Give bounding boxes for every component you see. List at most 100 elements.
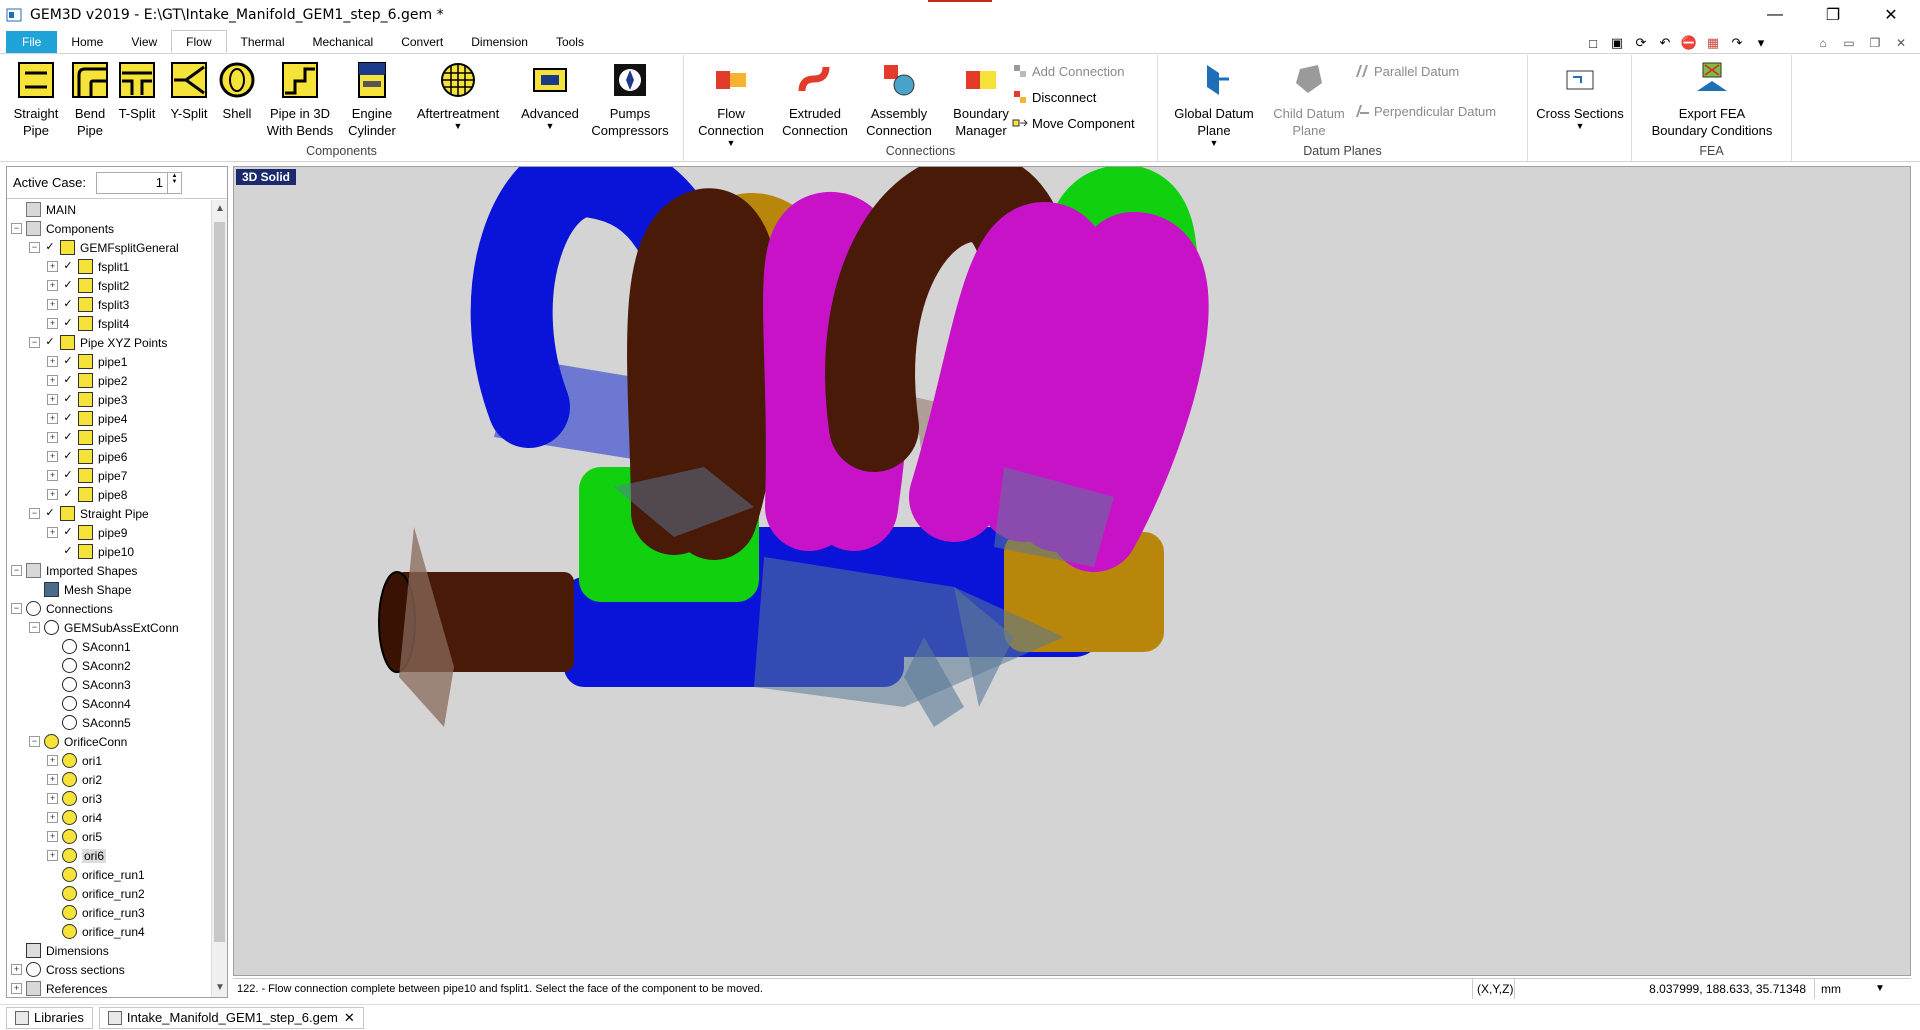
grid-icon[interactable]: ▦ <box>1704 34 1722 52</box>
qat-dropdown-icon[interactable]: ▾ <box>1752 34 1770 52</box>
expand-icon[interactable]: + <box>47 774 58 785</box>
visibility-checkbox[interactable]: ✓ <box>62 355 74 368</box>
add-connection-button[interactable]: Add Connection <box>1012 63 1125 79</box>
scroll-down-icon[interactable]: ▼ <box>212 979 228 997</box>
collapse-icon[interactable]: − <box>11 223 22 234</box>
ribbon-close-icon[interactable]: ✕ <box>1892 34 1910 52</box>
save-icon[interactable]: ▣ <box>1608 34 1626 52</box>
tab-view[interactable]: View <box>117 31 171 53</box>
visibility-checkbox[interactable]: ✓ <box>62 393 74 406</box>
tree-item[interactable]: + ✓ pipe3 <box>47 390 127 409</box>
visibility-checkbox[interactable]: ✓ <box>62 526 74 539</box>
tab-convert[interactable]: Convert <box>387 31 457 53</box>
pipe-in-3d-button[interactable]: Pipe in 3D With Bends <box>262 61 338 139</box>
tree-item[interactable]: − Connections <box>11 599 113 618</box>
expand-icon[interactable]: + <box>47 470 58 481</box>
expand-icon[interactable]: + <box>47 318 58 329</box>
expand-icon[interactable]: + <box>11 983 22 994</box>
tree-item[interactable]: + Cross sections <box>11 960 125 979</box>
unit-dropdown-icon[interactable]: ▼ <box>1875 983 1885 994</box>
disconnect-button[interactable]: Disconnect <box>1012 89 1096 105</box>
3d-viewport[interactable]: 3D Solid <box>233 166 1911 976</box>
tree-item[interactable]: ✓ pipe10 <box>47 542 134 561</box>
tree-item[interactable]: orifice_run3 <box>47 903 145 922</box>
tree-item[interactable]: SAconn5 <box>47 713 131 732</box>
visibility-checkbox[interactable]: ✓ <box>62 260 74 273</box>
expand-icon[interactable]: + <box>47 850 58 861</box>
visibility-checkbox[interactable]: ✓ <box>44 507 56 520</box>
tree-item[interactable]: + ✓ pipe1 <box>47 352 127 371</box>
collapse-icon[interactable]: − <box>29 242 40 253</box>
expand-icon[interactable]: + <box>47 812 58 823</box>
boundary-manager-button[interactable]: Boundary Manager <box>940 61 1022 139</box>
minimize-button[interactable]: — <box>1746 0 1804 30</box>
expand-icon[interactable]: + <box>47 280 58 291</box>
expand-icon[interactable]: + <box>47 489 58 500</box>
parallel-datum-button[interactable]: Parallel Datum <box>1354 63 1459 79</box>
tree-item[interactable]: SAconn4 <box>47 694 131 713</box>
expand-icon[interactable]: + <box>47 831 58 842</box>
tree-item[interactable]: + ori5 <box>47 827 102 846</box>
ribbon-minimize-icon[interactable]: ▭ <box>1840 34 1858 52</box>
tree-item[interactable]: MAIN <box>11 200 76 219</box>
visibility-checkbox[interactable]: ✓ <box>44 336 56 349</box>
tree-item[interactable]: − Imported Shapes <box>11 561 137 580</box>
tree-item[interactable]: orifice_run1 <box>47 865 145 884</box>
scrollbar-thumb[interactable] <box>214 222 225 942</box>
visibility-checkbox[interactable]: ✓ <box>62 298 74 311</box>
undo-icon[interactable]: ↶ <box>1656 34 1674 52</box>
tree-item[interactable]: + ✓ pipe9 <box>47 523 127 542</box>
active-case-spinner[interactable]: ▲ ▼ <box>167 171 182 194</box>
expand-icon[interactable]: + <box>47 432 58 443</box>
shell-button[interactable]: Shell <box>216 61 258 122</box>
tab-mechanical[interactable]: Mechanical <box>299 31 388 53</box>
extruded-connection-button[interactable]: Extruded Connection <box>774 61 856 139</box>
expand-icon[interactable]: + <box>47 793 58 804</box>
redo-icon[interactable]: ↷ <box>1728 34 1746 52</box>
cross-sections-button[interactable]: Cross Sections ▼ <box>1532 61 1628 131</box>
tree-item[interactable]: − Components <box>11 219 114 238</box>
expand-icon[interactable]: + <box>47 527 58 538</box>
tree-item[interactable]: SAconn3 <box>47 675 131 694</box>
visibility-checkbox[interactable]: ✓ <box>62 412 74 425</box>
advanced-button[interactable]: Advanced ▼ <box>516 61 584 131</box>
tree-item[interactable]: − OrificeConn <box>29 732 127 751</box>
visibility-checkbox[interactable]: ✓ <box>62 279 74 292</box>
tree-item[interactable]: − ✓ GEMFsplitGeneral <box>29 238 179 257</box>
tree-item[interactable]: SAconn2 <box>47 656 131 675</box>
collapse-icon[interactable]: − <box>11 565 22 576</box>
visibility-checkbox[interactable]: ✓ <box>62 545 74 558</box>
refresh-icon[interactable]: ⟳ <box>1632 34 1650 52</box>
tab-thermal[interactable]: Thermal <box>227 31 299 53</box>
tree-item[interactable]: + ✓ pipe4 <box>47 409 127 428</box>
visibility-checkbox[interactable]: ✓ <box>44 241 56 254</box>
pumps-compressors-button[interactable]: Pumps Compressors <box>584 61 676 139</box>
engine-cylinder-button[interactable]: Engine Cylinder <box>344 61 400 139</box>
visibility-checkbox[interactable]: ✓ <box>62 374 74 387</box>
scroll-up-icon[interactable]: ▲ <box>212 200 228 218</box>
expand-icon[interactable]: + <box>47 413 58 424</box>
tree-item[interactable]: + ori3 <box>47 789 102 808</box>
tree-item[interactable]: Mesh Shape <box>29 580 131 599</box>
expand-icon[interactable]: + <box>47 451 58 462</box>
export-fea-button[interactable]: Export FEA Boundary Conditions <box>1636 61 1788 139</box>
tree-item[interactable]: + References <box>11 979 107 997</box>
collapse-icon[interactable]: − <box>29 337 40 348</box>
tab-file[interactable]: File <box>6 31 58 53</box>
expand-icon[interactable]: + <box>11 964 22 975</box>
bend-pipe-button[interactable]: Bend Pipe <box>68 61 112 139</box>
visibility-checkbox[interactable]: ✓ <box>62 450 74 463</box>
tree-item[interactable]: + ori6 <box>47 846 107 865</box>
manifold-3d-render[interactable] <box>234 167 1911 976</box>
expand-icon[interactable]: + <box>47 755 58 766</box>
straight-pipe-button[interactable]: Straight Pipe <box>6 61 66 139</box>
tree-item[interactable]: Dimensions <box>11 941 109 960</box>
collapse-icon[interactable]: − <box>11 603 22 614</box>
tree-item[interactable]: + ✓ fsplit1 <box>47 257 129 276</box>
libraries-tab[interactable]: Libraries <box>6 1006 93 1029</box>
flow-connection-button[interactable]: Flow Connection ▼ <box>688 61 774 148</box>
document-tab[interactable]: Intake_Manifold_GEM1_step_6.gem ✕ <box>98 1006 364 1029</box>
tree-item[interactable]: orifice_run4 <box>47 922 145 941</box>
cross-sections-dropdown-icon[interactable]: ▼ <box>1532 122 1628 131</box>
tree-item[interactable]: + ✓ fsplit4 <box>47 314 129 333</box>
